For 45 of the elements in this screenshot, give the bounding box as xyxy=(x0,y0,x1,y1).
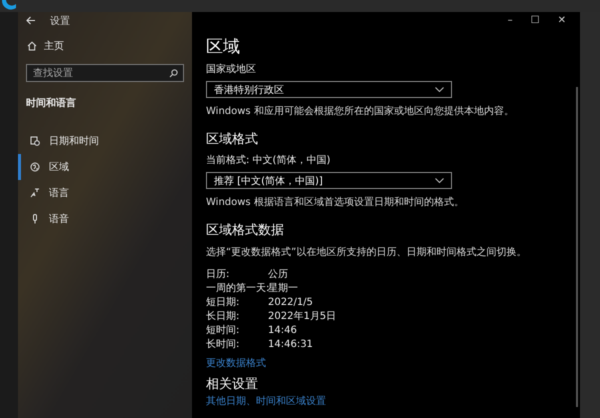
format-label: 短日期: xyxy=(206,297,240,308)
section-heading: 时间和语言 xyxy=(26,96,76,110)
format-value: 14:46 xyxy=(268,325,297,336)
format-value: 2022/1/5 xyxy=(268,297,313,308)
dropdown[interactable]: 香港特别行政区 xyxy=(206,81,452,98)
nav-item[interactable]: 语音 xyxy=(18,206,192,232)
page-title: 区域 xyxy=(206,37,240,57)
field-label: 国家或地区 xyxy=(206,62,256,76)
format-value: 星期一 xyxy=(268,283,298,294)
close-button[interactable]: ✕ xyxy=(558,15,566,26)
format-label: 日历: xyxy=(206,269,230,280)
calendar-clock-icon xyxy=(30,136,40,146)
window-title: 设置 xyxy=(50,14,70,28)
nav-item[interactable]: 语言 xyxy=(18,180,192,206)
chevron-down-icon xyxy=(435,87,444,92)
dropdown[interactable]: 推荐 [中文(简体，中国)] xyxy=(206,172,452,189)
globe-icon xyxy=(30,162,40,172)
home-icon[interactable] xyxy=(27,41,37,51)
nav-item[interactable]: 日期和时间 xyxy=(18,128,192,154)
back-arrow-icon[interactable] xyxy=(26,16,36,25)
format-label: 一周的第一天: xyxy=(206,283,270,294)
related-settings-link[interactable]: 其他日期、时间和区域设置 xyxy=(206,396,326,408)
field-label: 当前格式: 中文(简体，中国) xyxy=(206,154,330,167)
search-field[interactable]: 查找设置 xyxy=(26,64,184,82)
section-heading: 相关设置 xyxy=(206,377,258,393)
change-format-link[interactable]: 更改数据格式 xyxy=(206,358,266,370)
section-heading: 区域格式 xyxy=(206,132,258,148)
microphone-icon xyxy=(30,214,40,224)
description: 选择“更改数据格式”以在地区所支持的日历、日期和时间格式之间切换。 xyxy=(206,246,526,259)
format-label: 长日期: xyxy=(206,311,240,322)
format-value: 14:46:31 xyxy=(268,339,313,350)
chevron-down-icon xyxy=(435,178,444,183)
description: Windows 和应用可能会根据您所在的国家或地区向您提供本地内容。 xyxy=(206,104,514,118)
scrollbar[interactable] xyxy=(576,87,578,407)
format-label: 短时间: xyxy=(206,325,240,336)
language-icon xyxy=(30,188,40,198)
minimize-button[interactable]: – xyxy=(508,15,513,26)
format-label: 长时间: xyxy=(206,339,240,350)
description: Windows 根据语言和区域首选项设置日期和时间的格式。 xyxy=(206,196,464,209)
search-icon xyxy=(169,69,178,78)
format-value: 公历 xyxy=(268,269,288,280)
home-nav-item[interactable]: 主页 xyxy=(44,39,64,53)
format-value: 2022年1月5日 xyxy=(268,311,336,322)
maximize-button[interactable]: ☐ xyxy=(530,15,540,26)
section-heading: 区域格式数据 xyxy=(206,223,284,239)
